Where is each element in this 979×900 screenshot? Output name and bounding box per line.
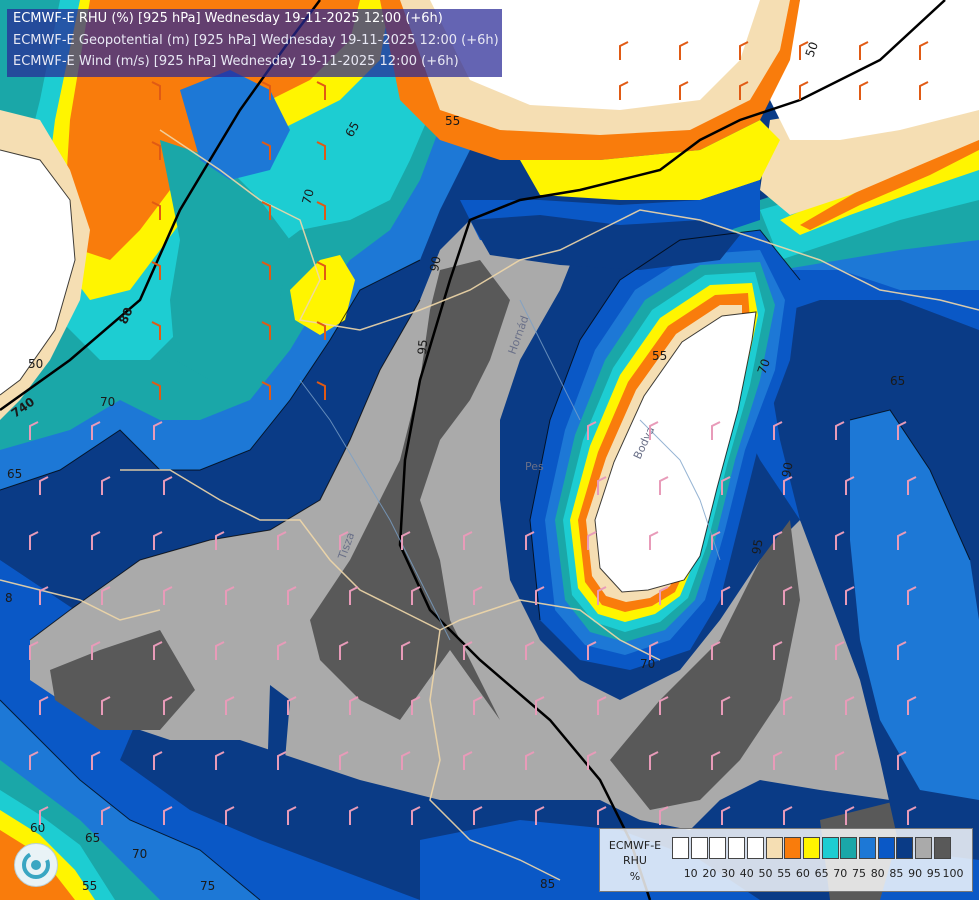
contour-label: 95 — [749, 538, 765, 555]
place-label: Pes — [525, 460, 544, 473]
legend-tick-label: 50 — [758, 867, 773, 880]
contour-label: 8 — [5, 591, 13, 605]
map-viewer: 65 70 55 50 50 70 65 90 95 55 70 65 90 9… — [0, 0, 979, 900]
rhu-contour-map: 65 70 55 50 50 70 65 90 95 55 70 65 90 9… — [0, 0, 979, 900]
legend-swatch — [765, 837, 783, 859]
legend-tick-label: 10 — [683, 867, 698, 880]
legend-swatch — [933, 837, 951, 859]
legend-tick-label: 60 — [795, 867, 810, 880]
contour-label: 55 — [82, 879, 97, 893]
legend-swatch — [859, 837, 876, 859]
legend-tick-label: 100 — [942, 867, 964, 880]
legend-swatch — [802, 837, 820, 859]
legend-unit: % — [629, 870, 641, 883]
legend-swatch — [672, 837, 689, 859]
contour-label: 65 — [85, 831, 100, 845]
title-box: ECMWF-E RHU (%) [925 hPa] Wednesday 19-1… — [7, 9, 502, 77]
contour-label: 55 — [445, 114, 460, 128]
legend-tick-label: 95 — [926, 867, 941, 880]
title-wind: ECMWF-E Wind (m/s) [925 hPa] Wednesday 1… — [13, 54, 459, 69]
legend-swatch — [915, 837, 933, 859]
title-geopotential: ECMWF-E Geopotential (m) [925 hPa] Wedne… — [13, 33, 499, 48]
contour-label: 70 — [640, 657, 655, 671]
title-rhu: ECMWF-E RHU (%) [925 hPa] Wednesday 19-1… — [13, 11, 443, 26]
legend-swatch — [709, 837, 727, 859]
legend-swatch — [877, 837, 895, 859]
legend-title: ECMWF-E — [608, 839, 662, 852]
contour-label: 95 — [415, 339, 430, 355]
swirl-icon — [22, 851, 50, 879]
contour-label: 65 — [890, 374, 905, 388]
contour-label: 90 — [427, 255, 443, 272]
legend-tick-label: 20 — [702, 867, 717, 880]
contour-label: 50 — [28, 357, 43, 371]
legend-swatch — [690, 837, 708, 859]
rhu-legend: ECMWF-E RHU % 10 20 30 40 50 55 60 65 70 75 80 85 90… — [599, 828, 973, 892]
legend-variable: RHU — [623, 854, 647, 867]
legend-tick-label: 75 — [852, 867, 866, 880]
contour-label: 90 — [779, 461, 795, 478]
legend-tick-label: 80 — [870, 867, 885, 880]
legend-swatch — [784, 837, 802, 859]
contour-label: 60 — [30, 821, 45, 835]
legend-tick-label: 65 — [814, 867, 829, 880]
legend-tick-label: 30 — [721, 867, 736, 880]
legend-tick-label: 85 — [889, 867, 904, 880]
contour-label: 85 — [540, 877, 555, 891]
legend-swatch — [746, 837, 764, 859]
contour-label: 65 — [7, 467, 22, 481]
legend-tick-label: 70 — [833, 867, 848, 880]
legend-swatch — [840, 837, 858, 859]
contour-label: 55 — [652, 349, 667, 363]
legend-tick-label: 40 — [739, 867, 754, 880]
legend-tick-label: 55 — [777, 867, 792, 880]
contour-label: 70 — [132, 847, 147, 861]
contour-label: 75 — [200, 879, 215, 893]
legend-swatch — [896, 837, 914, 859]
contour-label: 70 — [100, 395, 115, 409]
provider-logo — [14, 843, 58, 887]
legend-swatch — [821, 837, 839, 859]
legend-tick-label: 90 — [908, 867, 923, 880]
legend-swatch — [728, 837, 746, 859]
